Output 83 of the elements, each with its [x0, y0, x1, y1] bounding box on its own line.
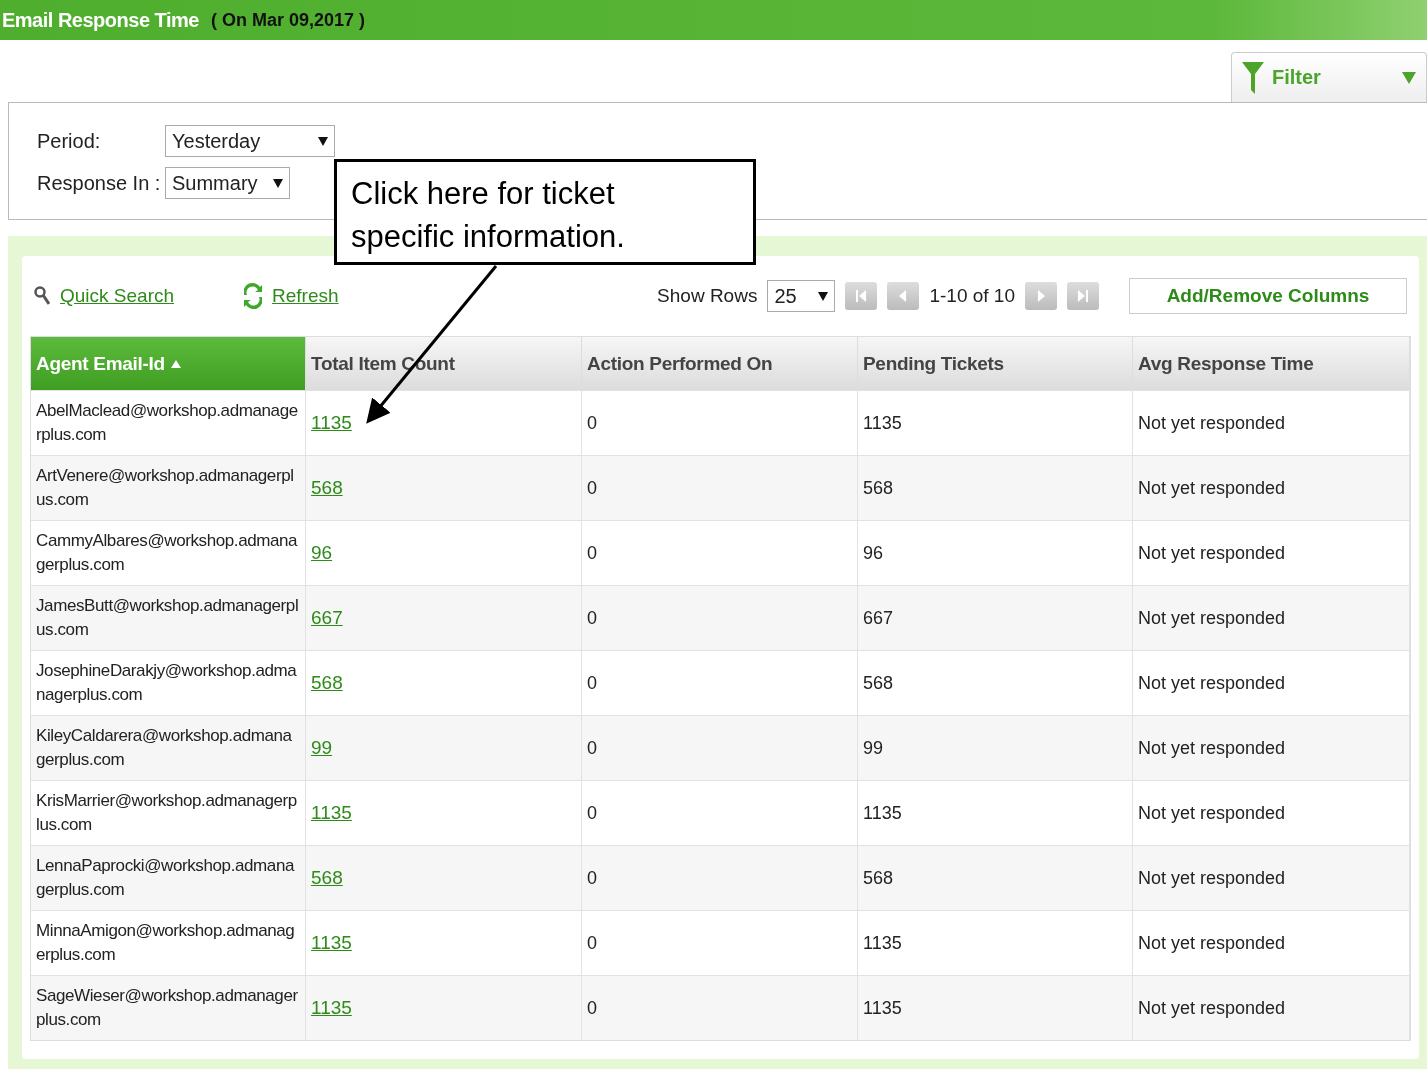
add-remove-columns-button[interactable]: Add/Remove Columns [1129, 278, 1407, 314]
caret-icon [818, 291, 829, 301]
table-cell: 0 [587, 542, 597, 564]
caret-icon [318, 136, 328, 146]
table-cell: 0 [587, 737, 597, 759]
agent-email: LennaPaprocki@workshop.admanagerplus.com [36, 855, 296, 901]
table-cell: 0 [587, 477, 597, 499]
dropdown[interactable]: Yesterday [165, 125, 335, 157]
quick-search-link[interactable]: Quick Search [60, 285, 175, 307]
table-cell: Not yet responded [1138, 997, 1286, 1019]
column-header[interactable]: Avg Response Time [1133, 337, 1410, 390]
next-page-button[interactable] [1025, 282, 1057, 310]
table-cell: Not yet responded [1138, 737, 1286, 759]
column-header[interactable]: Action Performed On [582, 337, 858, 390]
table-cell: 667 [863, 607, 894, 629]
item-count-link[interactable]: 1135 [311, 997, 352, 1019]
agent-email: AbelMaclead@workshop.admanagerplus.com [36, 400, 299, 446]
agent-email: KileyCaldarera@workshop.admanagerplus.com [36, 725, 293, 771]
page-range: 1-10 of 10 [929, 285, 1015, 307]
callout-note: Click here for ticket specific information. [334, 159, 756, 265]
page-title: Email Response Time [2, 8, 199, 32]
table-cell: Not yet responded [1138, 672, 1286, 694]
funnel-icon [1242, 61, 1264, 94]
item-count-link[interactable]: 667 [311, 607, 343, 629]
search-icon [34, 286, 50, 306]
filter-label: Response In : [37, 171, 162, 195]
table-cell: 0 [587, 802, 597, 824]
table-cell: 0 [587, 932, 597, 954]
table-cell: 0 [587, 672, 597, 694]
item-count-link[interactable]: 1135 [311, 802, 352, 824]
item-count-link[interactable]: 568 [311, 477, 343, 499]
table-cell: 0 [587, 607, 597, 629]
table-cell: 0 [587, 412, 597, 434]
agent-email: SageWieser@workshop.admanagerplus.com [36, 985, 299, 1031]
item-count-link[interactable]: 1135 [311, 932, 352, 954]
item-count-link[interactable]: 96 [311, 542, 333, 564]
table-cell: 0 [587, 997, 597, 1019]
item-count-link[interactable]: 99 [311, 737, 333, 759]
filter-label: Period: [37, 129, 102, 153]
table-cell: 568 [863, 477, 894, 499]
table-cell: Not yet responded [1138, 477, 1286, 499]
agent-email: KrisMarrier@workshop.admanagerplus.com [36, 790, 298, 836]
first-page-button[interactable] [845, 282, 878, 310]
table-cell: 568 [863, 672, 894, 694]
column-header[interactable]: Pending Tickets [858, 337, 1133, 390]
refresh-link[interactable]: Refresh [272, 285, 339, 307]
item-count-link[interactable]: 1135 [311, 412, 352, 434]
next-icon [1035, 290, 1047, 302]
table-cell: 96 [863, 542, 884, 564]
last-page-button[interactable] [1067, 282, 1099, 310]
agent-email: JamesButt@workshop.admanagerplus.com [36, 595, 300, 641]
sort-ascending-icon [170, 359, 181, 368]
last-page-icon [1077, 290, 1089, 302]
show-rows-label: Show Rows [657, 285, 758, 307]
dropdown-arrow-icon [1402, 71, 1416, 84]
item-count-link[interactable]: 568 [311, 867, 343, 889]
table-cell: Not yet responded [1138, 802, 1286, 824]
agent-email: MinnaAmigon@workshop.admanagerplus.com [36, 920, 296, 966]
item-count-link[interactable]: 568 [311, 672, 343, 694]
table-cell: 1135 [863, 412, 902, 434]
caret-icon [273, 178, 283, 188]
column-header[interactable]: Agent Email-Id [31, 337, 306, 390]
filter-tab[interactable]: Filter [1231, 52, 1427, 102]
table-cell: 1135 [863, 802, 902, 824]
agent-email: JosephineDarakjy@workshop.admanagerplus.com [36, 660, 298, 706]
agent-email: ArtVenere@workshop.admanagerplus.com [36, 465, 295, 511]
table-cell: Not yet responded [1138, 412, 1286, 434]
rows-dropdown[interactable]: 25 [767, 280, 836, 312]
previous-page-button[interactable] [887, 282, 920, 310]
table-cell: 99 [863, 737, 884, 759]
table-cell: Not yet responded [1138, 932, 1286, 954]
table-cell: 568 [863, 867, 894, 889]
agent-email: CammyAlbares@workshop.admanagerplus.com [36, 530, 299, 576]
table-cell: 1135 [863, 932, 902, 954]
table-cell: Not yet responded [1138, 542, 1286, 564]
dropdown[interactable]: Summary [165, 167, 290, 199]
report-date: ( On Mar 09,2017 ) [210, 9, 365, 31]
table-cell: 1135 [863, 997, 902, 1019]
refresh-icon [244, 282, 263, 310]
first-page-icon [855, 290, 868, 302]
table-cell: Not yet responded [1138, 607, 1286, 629]
table-cell: Not yet responded [1138, 867, 1286, 889]
table-cell: 0 [587, 867, 597, 889]
